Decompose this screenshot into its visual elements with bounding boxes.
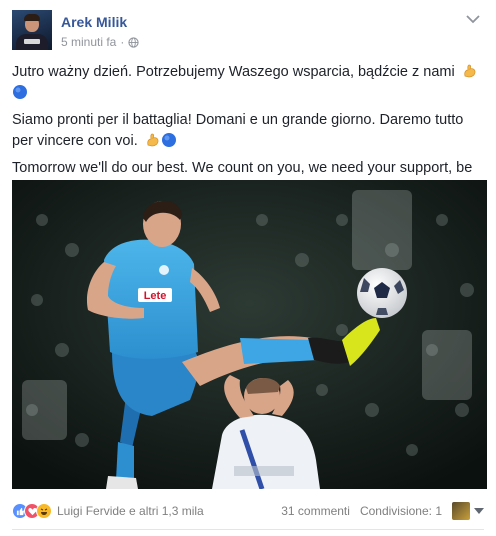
chevron-down-icon[interactable]: [466, 14, 480, 24]
post-timestamp[interactable]: 5 minuti fa: [61, 35, 116, 49]
viewer-avatar[interactable]: [452, 502, 470, 520]
paragraph-italian: Siamo pronti per il battaglia! Domani e …: [12, 112, 464, 149]
shirt-sponsor-text: Lete: [144, 290, 167, 302]
football-action-photo: Lete: [12, 180, 487, 489]
haha-icon: [36, 503, 52, 519]
post-photo[interactable]: Lete: [12, 180, 487, 489]
football: [357, 268, 407, 318]
globe-icon[interactable]: [128, 36, 139, 48]
post-meta: 5 minuti fa ·: [61, 34, 139, 50]
author-name[interactable]: Arek Milik: [61, 14, 127, 30]
footer-divider: [12, 529, 484, 530]
meta-separator: ·: [120, 35, 125, 49]
author-avatar[interactable]: [12, 10, 52, 50]
facebook-post: Arek Milik 5 minuti fa · Jutro ważny dzi…: [0, 0, 496, 536]
reactions-summary[interactable]: Luigi Fervide e altri 1,3 mila: [12, 503, 204, 519]
paragraph-polish: Jutro ważny dzień. Potrzebujemy Waszego …: [12, 62, 484, 104]
reactions-text[interactable]: Luigi Fervide e altri 1,3 mila: [57, 504, 204, 518]
shares-count[interactable]: Condivisione: 1: [360, 504, 442, 518]
blue-circle-icon: [161, 133, 176, 147]
flexed-biceps-icon: [464, 64, 476, 78]
post-footer: Luigi Fervide e altri 1,3 mila 31 commen…: [12, 498, 484, 524]
comments-count[interactable]: 31 commenti: [281, 504, 350, 518]
chevron-down-icon[interactable]: [474, 507, 484, 515]
post-header: Arek Milik 5 minuti fa ·: [12, 10, 484, 54]
flexed-biceps-icon: [147, 133, 159, 147]
blue-circle-icon: [13, 85, 27, 99]
